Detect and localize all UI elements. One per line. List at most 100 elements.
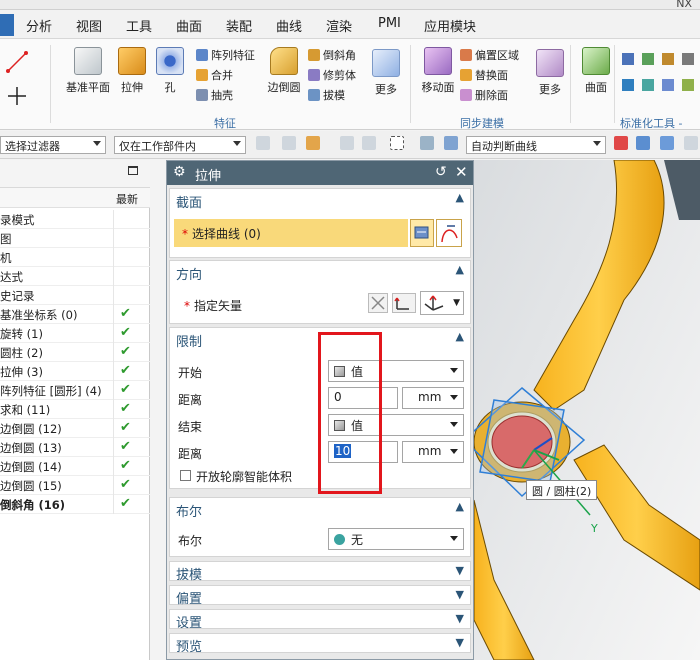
navigator-row-label: 倒斜角 (16) [0,498,66,512]
more-feature-icon [372,49,400,77]
move-face-button[interactable]: 移动面 [416,47,460,95]
boolean-dropdown[interactable]: 无 [328,528,464,550]
navigator-row[interactable]: 拉伸 (3) ✔ [0,362,150,381]
checkmark-icon: ✔ [120,382,131,397]
trim-body-button[interactable]: 修剪体 [308,67,356,83]
chevron-up-icon[interactable]: ▲ [456,263,464,276]
chevron-up-icon[interactable]: ▲ [456,191,464,204]
curve-button[interactable] [436,219,462,247]
part-navigator: 最新 录模式图机达式 史记录 基准坐标系 (0) ✔ 旋转 (1) ✔ 圆柱 (2) ✔ 拉伸 … [0,160,150,660]
unite-button[interactable]: 合并 [196,67,233,83]
menu-item[interactable]: 曲面 [176,16,202,35]
collapsed-section[interactable]: 设置 ▼ [169,609,471,631]
add-icon[interactable] [340,136,354,150]
surface-button[interactable]: 曲面 [576,47,616,95]
rect-select-icon[interactable] [390,136,404,150]
navigator-row[interactable]: 倒斜角 (16) ✔ [0,495,150,514]
cube-icon[interactable] [420,136,434,150]
ribbon: 基准平面 拉伸 孔 阵列特征 合并 抽壳 边倒圆 倒斜角 修剪体 拔模 更多 特… [0,38,700,144]
graphics-viewport[interactable]: Y [474,160,700,660]
menu-item[interactable]: 曲线 [276,16,302,35]
close-icon[interactable]: ✕ [455,163,468,181]
select-curve-row[interactable]: * 选择曲线 (0) [174,219,408,247]
collapsed-section[interactable]: 偏置 ▼ [169,585,471,607]
curve-rule-dropdown[interactable]: 自动判断曲线 [466,136,606,154]
more-feature-button[interactable]: 更多 [366,49,406,97]
navigator-row[interactable]: 求和 (11) ✔ [0,400,150,419]
boolean-header[interactable]: 布尔 ▲ [170,498,470,520]
menu-item[interactable]: PMI [378,16,401,31]
navigator-row[interactable]: 边倒圆 (15) ✔ [0,476,150,495]
link-icon[interactable] [362,136,376,150]
navigator-row[interactable]: 阵列特征 [圆形] (4) ✔ [0,381,150,400]
open-profile-checkbox[interactable] [180,470,191,481]
delete-face-button[interactable]: 删除面 [460,87,508,103]
pattern-feature-button[interactable]: 阵列特征 [196,47,255,63]
reverse-direction-button[interactable] [368,293,388,313]
chevron-down-icon[interactable]: ▼ [456,636,464,649]
collapsed-section[interactable]: 预览 ▼ [169,633,471,655]
navigator-row-label: 边倒圆 (12) [0,422,62,436]
navigator-row[interactable]: 基准坐标系 (0) ✔ [0,305,150,324]
shell-button[interactable]: 抽壳 [196,87,233,103]
collapsed-section[interactable]: 拔模 ▼ [169,561,471,583]
feature-snap-icon[interactable] [306,136,320,150]
chevron-up-icon[interactable]: ▲ [456,330,464,343]
grid-icon[interactable] [684,136,698,150]
navigator-row[interactable]: 旋转 (1) ✔ [0,324,150,343]
more-sync-button[interactable]: 更多 [530,49,570,97]
chevron-down-icon[interactable]: ▼ [456,564,464,577]
vector-dialog-button[interactable] [392,293,416,313]
chamfer-button[interactable]: 倒斜角 [308,47,356,63]
navigator-row[interactable]: 史记录 [0,286,150,305]
end-unit-dropdown[interactable]: mm [402,441,464,463]
section-header[interactable]: 截面 ▲ [170,189,470,211]
sketch-section-button[interactable] [410,219,434,247]
navigator-row-label: 拉伸 (3) [0,365,43,379]
navigator-row[interactable]: 机 [0,248,150,267]
inferred-vector-icon [424,295,444,311]
draft-button[interactable]: 拔模 [308,87,345,103]
line-icon[interactable] [4,47,34,117]
chevron-down-icon[interactable]: ▼ [456,588,464,601]
navigator-row[interactable]: 图 [0,229,150,248]
menu-item[interactable]: 渲染 [326,16,352,35]
chevron-up-icon[interactable]: ▲ [456,500,464,513]
direction-header[interactable]: 方向 ▲ [170,261,470,283]
navigator-row[interactable]: 录模式 [0,210,150,229]
navigator-row[interactable]: 边倒圆 (13) ✔ [0,438,150,457]
gear-icon[interactable]: ⚙ [173,164,186,180]
menu-item[interactable]: 工具 [126,16,152,35]
sync-group-label: 同步建模 [460,117,504,130]
menu-item[interactable]: 应用模块 [424,16,476,35]
navigator-row[interactable]: 圆柱 (2) ✔ [0,343,150,362]
select-icon[interactable] [256,136,270,150]
scope-dropdown[interactable]: 仅在工作部件内 [114,136,246,154]
reset-icon[interactable]: ↺ [435,164,447,180]
offset-region-button[interactable]: 偏置区域 [460,47,519,63]
snap-icon[interactable] [282,136,296,150]
start-unit-dropdown[interactable]: mm [402,387,464,409]
shell-icon [196,89,208,101]
maximize-icon[interactable] [128,166,138,175]
navigator-row[interactable]: 达式 [0,267,150,286]
view-icon[interactable] [444,136,458,150]
arrow-right-icon[interactable] [636,136,650,150]
replace-face-button[interactable]: 替换面 [460,67,508,83]
menu-item[interactable]: 装配 [226,16,252,35]
snap-point-icon[interactable] [614,136,628,150]
extrude-button[interactable]: 拉伸 [112,47,152,95]
newest-column-header[interactable]: 最新 [116,191,138,207]
type-filter-dropdown[interactable]: 选择过滤器 [0,136,106,154]
chevron-down-icon[interactable]: ▼ [456,612,464,625]
menu-item[interactable]: 分析 [26,16,52,35]
file-menu-button[interactable] [0,14,14,36]
navigator-row[interactable]: 边倒圆 (12) ✔ [0,419,150,438]
move-icon[interactable] [660,136,674,150]
datum-plane-button[interactable]: 基准平面 [66,47,110,95]
edge-blend-button[interactable]: 边倒圆 [262,47,306,95]
hole-button[interactable]: 孔 [150,47,190,95]
menu-item[interactable]: 视图 [76,16,102,35]
navigator-row[interactable]: 边倒圆 (14) ✔ [0,457,150,476]
vector-type-dropdown[interactable]: ▼ [420,291,464,315]
